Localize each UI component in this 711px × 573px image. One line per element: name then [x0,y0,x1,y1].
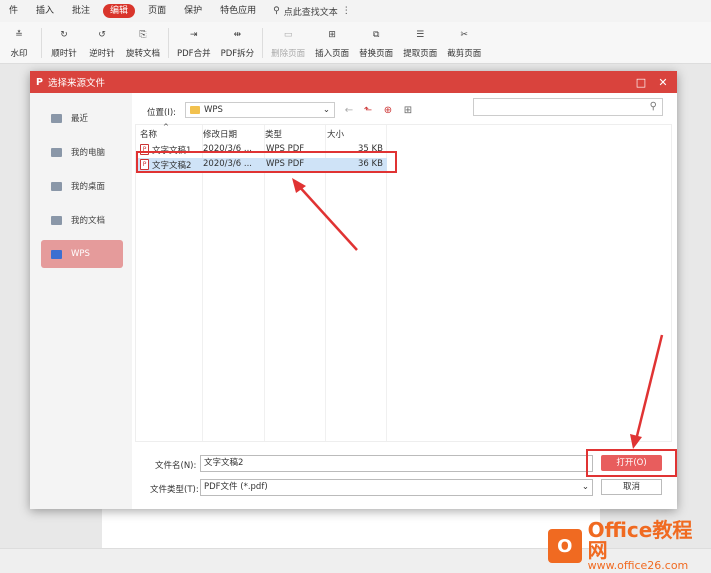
watermark-url: www.office26.com [587,559,689,572]
arrow-line [634,334,664,441]
site-watermark: O Office教程网 www.office26.com [548,520,711,572]
annotation-arrows [292,178,664,449]
arrow-head [630,434,642,449]
arrow-line [296,183,358,251]
watermark-brand: Office教程网 [587,518,693,562]
office-logo: O [548,529,582,563]
